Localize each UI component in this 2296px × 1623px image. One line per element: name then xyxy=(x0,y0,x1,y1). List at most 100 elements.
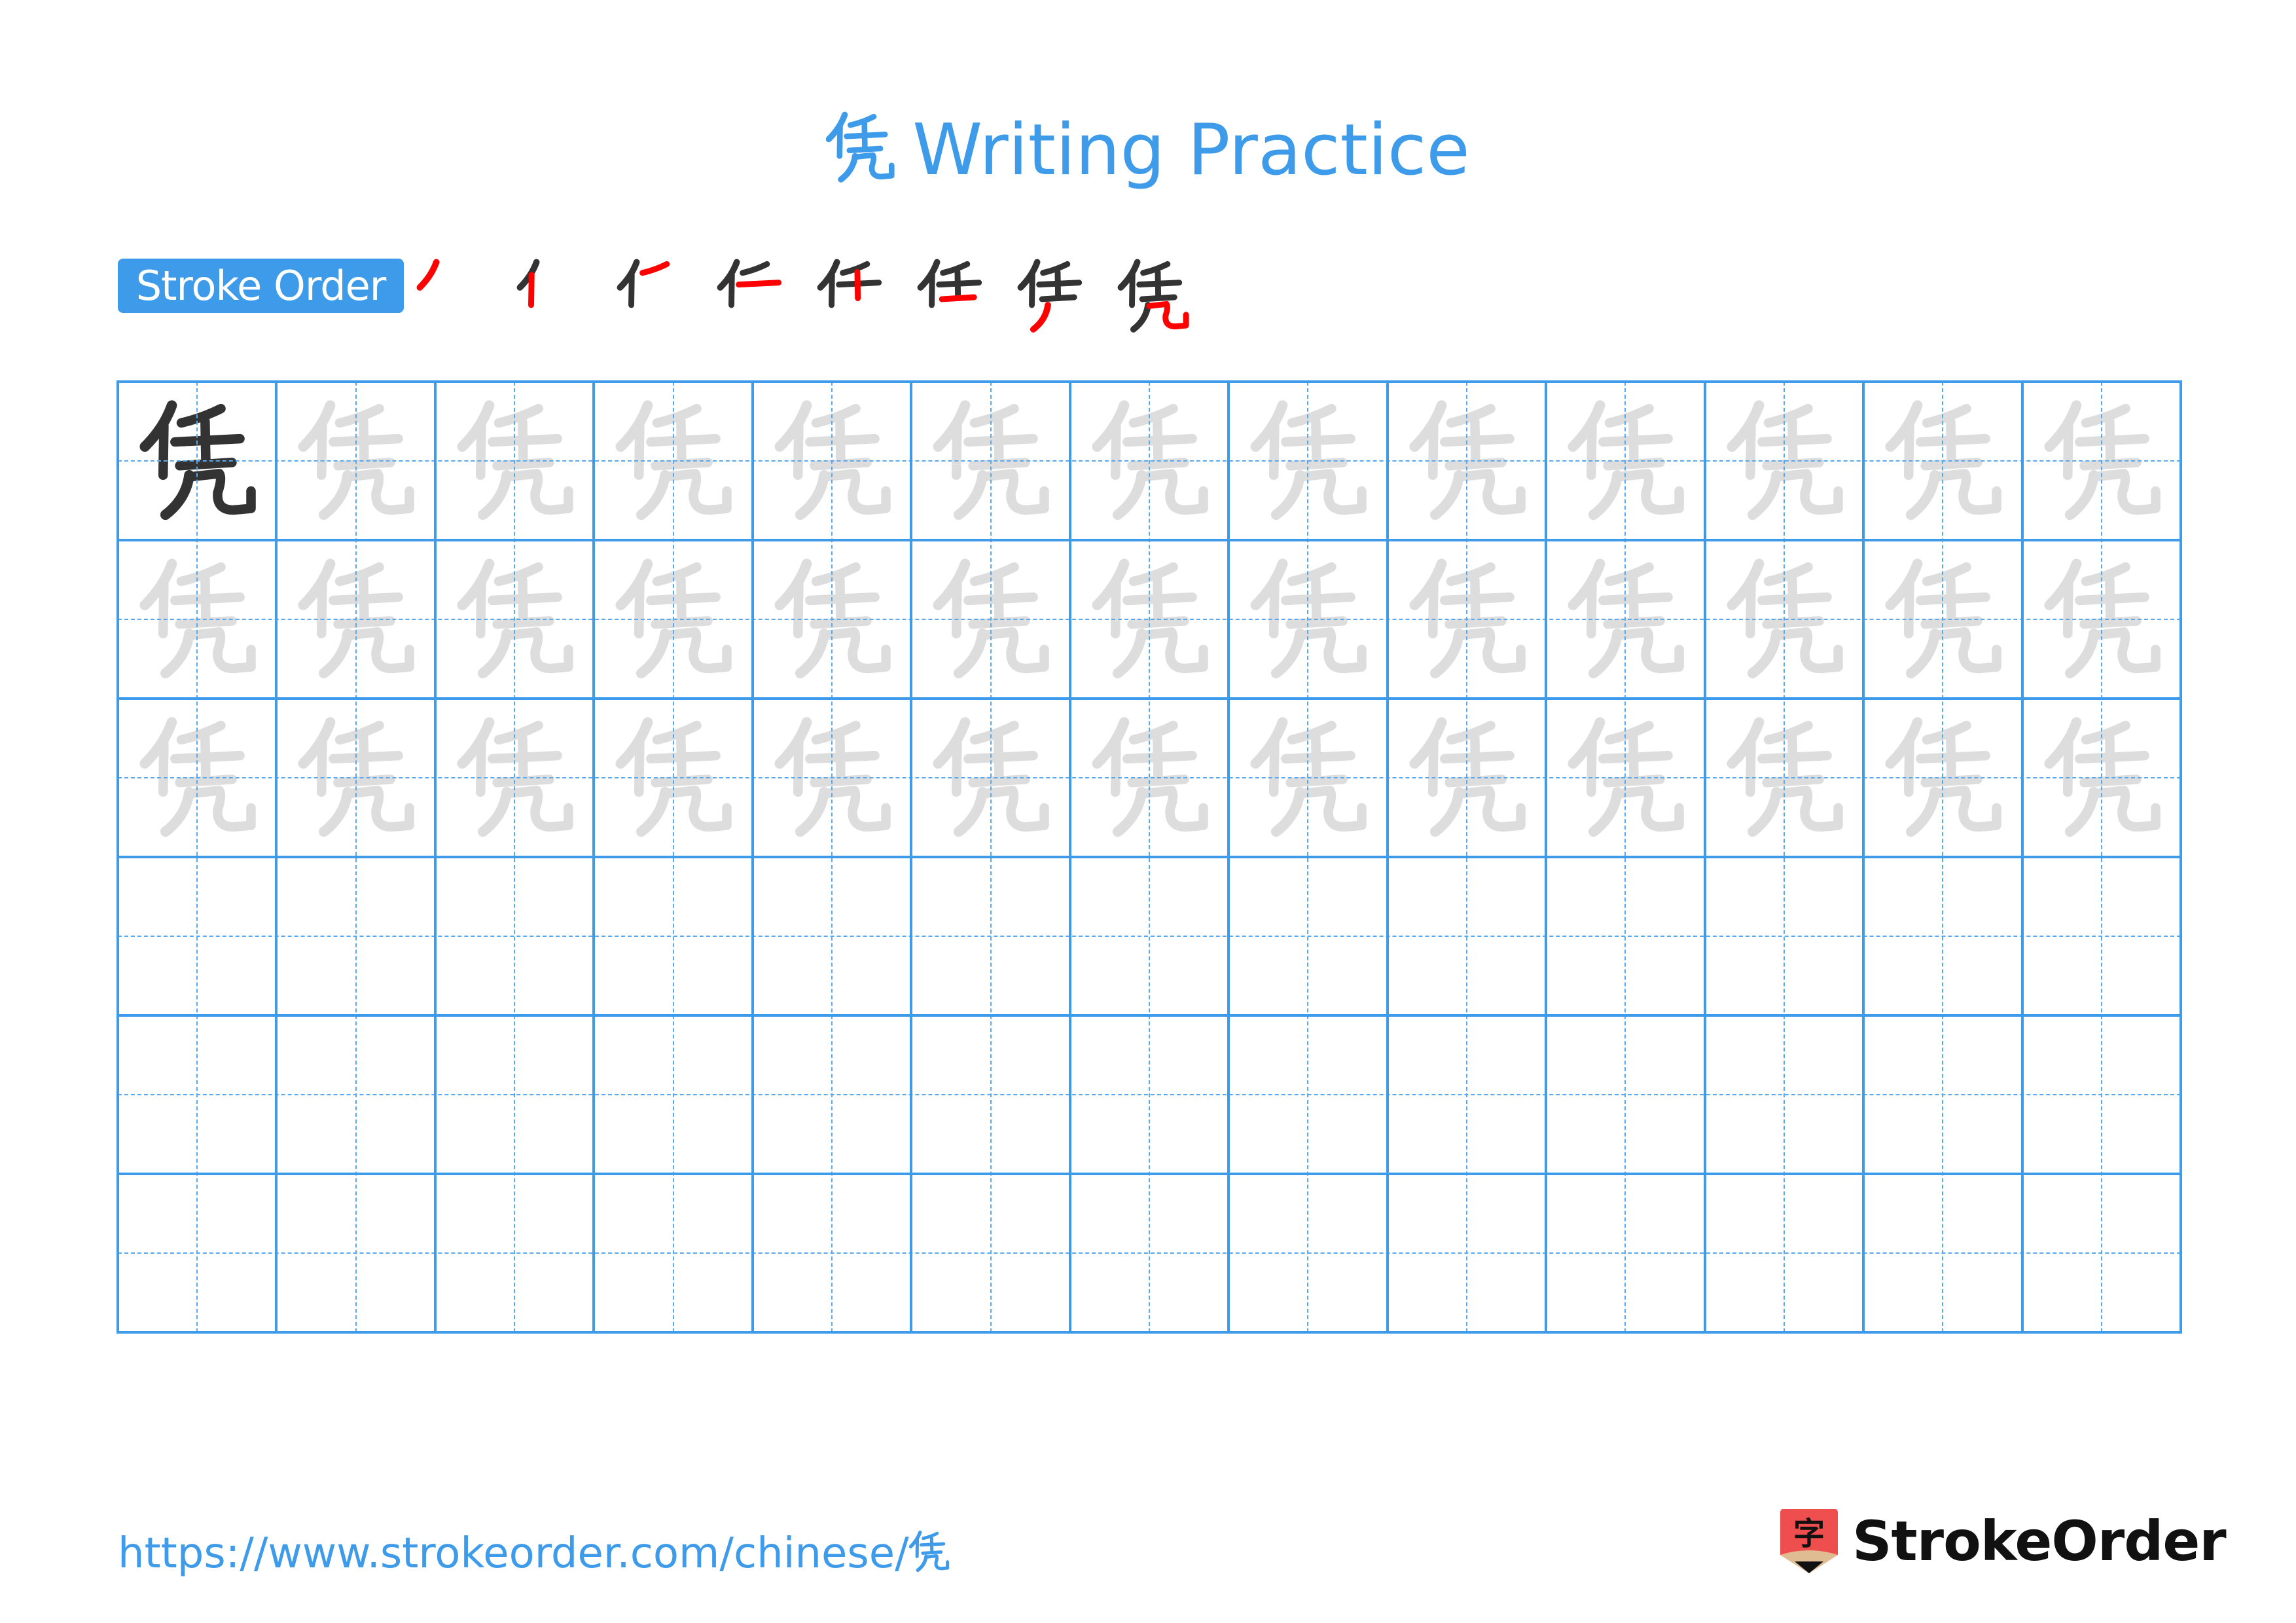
stroke-6 xyxy=(1603,616,1665,629)
stroke-5 xyxy=(2104,733,2115,786)
stroke-6 xyxy=(175,616,237,629)
stroke-5 xyxy=(676,416,687,469)
stroke-7 xyxy=(916,1554,928,1573)
stroke-8 xyxy=(503,627,573,674)
stroke-8 xyxy=(1297,627,1367,674)
stroke-7 xyxy=(1271,628,1306,679)
stroke-8 xyxy=(1455,469,1526,515)
stroke-7 xyxy=(1429,628,1464,679)
stroke-8 xyxy=(1297,786,1367,832)
pencil-logo-icon: 字 xyxy=(1779,1508,1839,1575)
stroke-7 xyxy=(1906,469,1941,520)
stroke-8 xyxy=(1931,627,2001,674)
stroke-6 xyxy=(1127,775,1189,788)
stroke-2 xyxy=(1129,272,1136,308)
stroke-5 xyxy=(1946,416,1956,469)
stroke-8 xyxy=(979,786,1050,832)
title-character-glyph xyxy=(826,111,895,183)
grid-line-horizontal xyxy=(117,1173,2182,1175)
stroke-5 xyxy=(1311,575,1322,628)
stroke-8 xyxy=(2090,627,2161,674)
stroke-7 xyxy=(954,786,988,837)
stroke-8 xyxy=(503,469,573,515)
grid-line-horizontal xyxy=(117,1014,2182,1017)
stroke-order-badge: Stroke Order xyxy=(118,259,404,313)
stroke-6 xyxy=(1603,458,1665,471)
stroke-5 xyxy=(1628,733,1639,786)
brand-name: StrokeOrder xyxy=(1852,1509,2227,1573)
title-character xyxy=(826,107,895,186)
stroke-7 xyxy=(477,786,512,837)
stroke-7 xyxy=(160,628,194,679)
stroke-6 xyxy=(333,775,396,788)
stroke-8 xyxy=(344,469,415,515)
stroke-step-glyph xyxy=(1017,259,1083,333)
stroke-6 xyxy=(1039,294,1077,302)
stroke-step-6 xyxy=(912,255,994,337)
stroke-6 xyxy=(810,775,872,788)
stroke-2 xyxy=(528,272,535,308)
stroke-6 xyxy=(1127,616,1189,629)
stroke-step-glyph xyxy=(617,259,670,308)
stroke-8 xyxy=(662,786,732,832)
stroke-6 xyxy=(2079,616,2142,629)
stroke-5 xyxy=(1787,416,1798,469)
stroke-5 xyxy=(1152,575,1163,628)
stroke-5 xyxy=(1946,733,1956,786)
stroke-6 xyxy=(175,458,237,471)
stroke-7 xyxy=(1906,628,1941,679)
stroke-7 xyxy=(1030,302,1051,333)
stroke-step-2 xyxy=(511,255,593,337)
stroke-8 xyxy=(1138,469,1208,515)
stroke-8 xyxy=(186,627,256,674)
grid-line-horizontal xyxy=(117,380,2182,383)
stroke-8 xyxy=(1455,627,1526,674)
stroke-6 xyxy=(2079,775,2142,788)
stroke-7 xyxy=(1747,628,1782,679)
stroke-6 xyxy=(921,1550,942,1555)
stroke-8 xyxy=(1297,469,1367,515)
stroke-5 xyxy=(1628,416,1639,469)
stroke-6 xyxy=(333,458,396,471)
stroke-6 xyxy=(175,775,237,788)
stroke-5 xyxy=(1946,575,1956,628)
stroke-7 xyxy=(636,469,671,520)
source-url-text[interactable]: https://www.strokeorder.com/chinese/ xyxy=(118,1529,909,1578)
stroke-7 xyxy=(795,628,829,679)
stroke-5 xyxy=(1311,733,1322,786)
stroke-8 xyxy=(821,627,891,674)
stroke-step-glyph xyxy=(416,259,440,291)
stroke-6 xyxy=(846,145,884,154)
source-url[interactable]: https://www.strokeorder.com/chinese/ xyxy=(118,1524,950,1583)
stroke-7 xyxy=(319,786,353,837)
stroke-2 xyxy=(1745,738,1756,797)
stroke-2 xyxy=(158,738,169,797)
stroke-5 xyxy=(517,416,528,469)
stroke-5 xyxy=(676,733,687,786)
stroke-7 xyxy=(1112,786,1147,837)
stroke-8 xyxy=(662,469,732,515)
stroke-6 xyxy=(1444,616,1507,629)
stroke-6 xyxy=(1761,775,1824,788)
grid-line-horizontal xyxy=(117,697,2182,700)
stroke-8 xyxy=(186,786,256,832)
stroke-7 xyxy=(636,628,671,679)
stroke-step-glyph xyxy=(917,259,982,308)
title-text: Writing Practice xyxy=(912,109,1470,191)
stroke-8 xyxy=(2090,786,2161,832)
stroke-2 xyxy=(634,738,645,797)
stroke-5 xyxy=(854,268,861,301)
stroke-8 xyxy=(1931,786,2001,832)
stroke-7 xyxy=(1130,302,1151,333)
stroke-2 xyxy=(1110,421,1121,481)
stroke-5 xyxy=(200,575,211,628)
stroke-2 xyxy=(634,579,645,639)
stroke-7 xyxy=(1112,469,1147,520)
stroke-7 xyxy=(1429,469,1464,520)
stroke-6 xyxy=(810,458,872,471)
stroke-4 xyxy=(736,280,782,288)
stroke-8 xyxy=(1772,786,1843,832)
stroke-8 xyxy=(186,469,256,515)
stroke-6 xyxy=(492,616,554,629)
stroke-8 xyxy=(1138,627,1208,674)
